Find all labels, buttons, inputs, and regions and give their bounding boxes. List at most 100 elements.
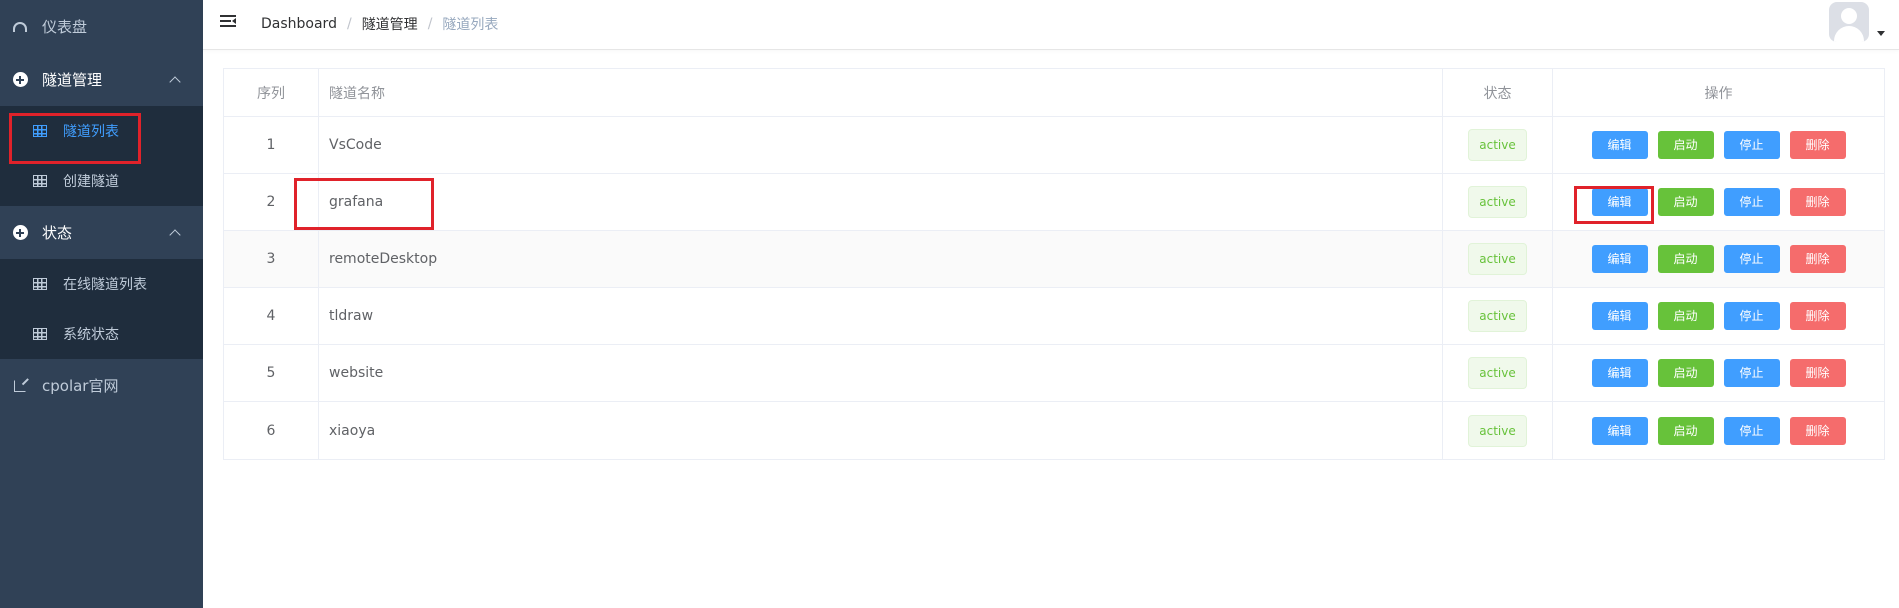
edit-button[interactable]: 编辑 [1591,302,1648,330]
start-button[interactable]: 启动 [1657,188,1714,216]
tunnel-name: xiaoya [319,402,1443,459]
status-badge: active [1468,414,1527,447]
chevron-up-icon [169,228,181,241]
stop-button[interactable]: 停止 [1723,359,1780,387]
status-cell: active [1443,231,1553,287]
row-index: 5 [224,345,319,401]
menu-group-tunnel: 隧道管理 隧道列表 创建隧道 [0,53,203,206]
sidebar: 仪表盘 隧道管理 隧道列表 创建隧道 状态 在线隧道列表 系统状态 cpolar… [0,0,203,608]
breadcrumb: Dashboard / 隧道管理 / 隧道列表 [261,14,498,34]
sidebar-item-system-status[interactable]: 系统状态 [0,309,203,359]
hamburger-icon[interactable] [220,15,236,29]
stop-button[interactable]: 停止 [1723,188,1780,216]
submenu-tunnel: 隧道列表 创建隧道 [0,106,203,206]
table-row: 3 remoteDesktop active 编辑 启动 停止 删除 [224,231,1884,288]
stop-button[interactable]: 停止 [1723,302,1780,330]
table-row: 2 grafana active 编辑 启动 停止 删除 [224,174,1884,231]
stop-button[interactable]: 停止 [1723,245,1780,273]
menu-item-dashboard[interactable]: 仪表盘 [0,0,203,53]
actions-cell: 编辑 启动 停止 删除 [1553,345,1884,401]
tunnel-name: remoteDesktop [319,231,1443,287]
menu-item-cpolar-site[interactable]: cpolar官网 [0,359,203,412]
breadcrumb-item-tunnel-list: 隧道列表 [442,17,499,33]
column-header-name: 隧道名称 [319,69,1443,116]
tunnel-name: grafana [319,174,1443,230]
delete-button[interactable]: 删除 [1789,188,1846,216]
chevron-up-icon [169,75,181,88]
menu-group-status-title[interactable]: 状态 [0,206,203,259]
breadcrumb-item-dashboard[interactable]: Dashboard [261,16,337,32]
stop-button[interactable]: 停止 [1723,131,1780,159]
breadcrumb-item-tunnel-mgmt[interactable]: 隧道管理 [362,14,418,34]
column-header-actions: 操作 [1704,85,1733,102]
breadcrumb-separator: / [346,16,352,32]
actions-cell: 编辑 启动 停止 删除 [1553,402,1884,459]
actions-cell: 编辑 启动 停止 删除 [1553,288,1884,344]
edit-button[interactable]: 编辑 [1591,188,1648,216]
row-index: 1 [224,117,319,173]
menu-group-status: 状态 在线隧道列表 系统状态 [0,206,203,359]
status-badge: active [1468,243,1527,275]
row-index: 3 [224,231,319,287]
sidebar-item-create-tunnel[interactable]: 创建隧道 [0,156,203,206]
column-header-index: 序列 [224,69,319,116]
status-cell: active [1443,174,1553,230]
delete-button[interactable]: 删除 [1789,245,1846,273]
status-badge: active [1468,186,1527,218]
start-button[interactable]: 启动 [1657,416,1714,445]
status-cell: active [1443,345,1553,401]
menu-item-dashboard-label: 仪表盘 [42,18,88,36]
delete-button[interactable]: 删除 [1789,131,1846,159]
menu-group-status-label: 状态 [42,224,73,242]
edit-button[interactable]: 编辑 [1591,245,1648,273]
submenu-status: 在线隧道列表 系统状态 [0,259,203,359]
breadcrumb-separator: / [427,16,433,32]
edit-button[interactable]: 编辑 [1591,131,1648,159]
status-cell: active [1443,402,1553,459]
table-body: 1 VsCode active 编辑 启动 停止 删除 2 grafana active 编辑 启动停… [224,117,1884,459]
sidebar-item-tunnel-list[interactable]: 隧道列表 [0,106,203,156]
status-badge: active [1468,129,1527,161]
edit-button[interactable]: 编辑 [1591,416,1648,445]
sidebar-item-online-tunnels[interactable]: 在线隧道列表 [0,259,203,309]
edit-button[interactable]: 编辑 [1591,359,1648,387]
caret-down-icon[interactable] [1877,31,1885,36]
start-button[interactable]: 启动 [1657,131,1714,159]
table-icon [33,175,47,187]
row-index: 6 [224,402,319,459]
tunnel-name: website [319,345,1443,401]
table-row: 1 VsCode active 编辑 启动 停止 删除 [224,117,1884,174]
start-button[interactable]: 启动 [1657,245,1714,273]
delete-button[interactable]: 删除 [1789,416,1846,445]
actions-cell: 编辑 启动 停止 删除 [1553,174,1884,230]
stop-button[interactable]: 停止 [1723,416,1780,445]
table-icon [33,328,47,340]
circle-plus-icon [12,225,28,241]
tunnel-name: VsCode [319,117,1443,173]
dashboard-icon [12,19,28,35]
delete-button[interactable]: 删除 [1789,359,1846,387]
sidebar-item-system-status-label: 系统状态 [63,327,119,343]
actions-cell: 编辑 启动 停止 删除 [1553,117,1884,173]
external-link-icon [12,378,28,394]
status-badge: active [1468,300,1527,332]
avatar[interactable] [1829,2,1869,42]
status-cell: active [1443,288,1553,344]
start-button[interactable]: 启动 [1657,302,1714,330]
table-row: 6 xiaoya active 编辑 启动 停止 删除 [224,402,1884,459]
menu-group-tunnel-title[interactable]: 隧道管理 [0,53,203,106]
status-cell: active [1443,117,1553,173]
table-row: 5 website active 编辑 启动 停止 删除 [224,345,1884,402]
table-header-row: 序列 隧道名称 状态 操作 [224,69,1884,117]
delete-button[interactable]: 删除 [1789,302,1846,330]
actions-cell: 编辑 启动 停止 删除 [1553,231,1884,287]
menu-item-cpolar-site-label: cpolar官网 [42,377,119,395]
sidebar-item-create-tunnel-label: 创建隧道 [63,174,119,190]
table-icon [33,278,47,290]
sidebar-item-online-tunnels-label: 在线隧道列表 [63,277,147,293]
start-button[interactable]: 启动 [1657,359,1714,387]
table-row: 4 tldraw active 编辑 启动 停止 删除 [224,288,1884,345]
row-index: 2 [224,174,319,230]
sidebar-item-tunnel-list-label: 隧道列表 [63,124,119,140]
tunnel-name: tldraw [319,288,1443,344]
